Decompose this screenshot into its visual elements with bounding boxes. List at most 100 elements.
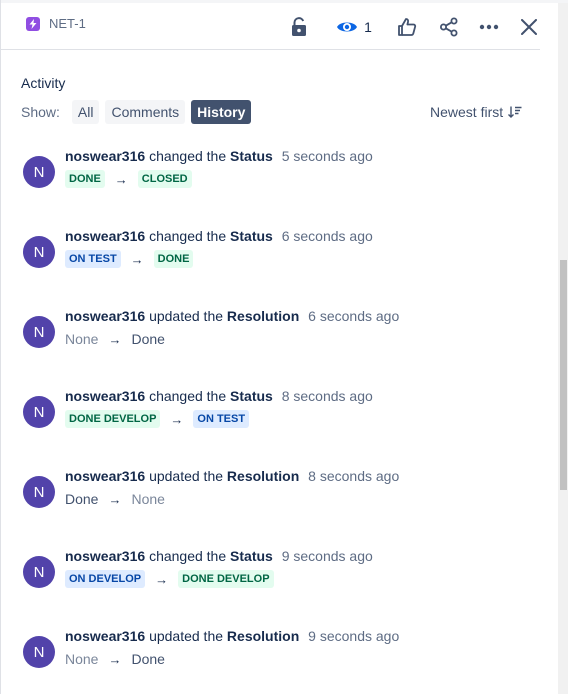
thumbs-up-icon bbox=[398, 18, 417, 36]
history-verb: changed the bbox=[149, 148, 227, 164]
history-field-name: Resolution bbox=[226, 628, 300, 644]
history-verb: changed the bbox=[149, 388, 227, 404]
scrollbar-thumb[interactable] bbox=[560, 260, 567, 490]
more-actions-button[interactable] bbox=[477, 11, 501, 43]
close-icon bbox=[521, 19, 537, 35]
history-verb: changed the bbox=[149, 228, 227, 244]
scrollbar[interactable] bbox=[558, 3, 568, 694]
history-item: Nnoswear316 updated the Resolution 9 sec… bbox=[23, 628, 543, 698]
status-lozenge-from: DONE DEVELOP bbox=[65, 410, 161, 428]
timestamp[interactable]: 8 seconds ago bbox=[282, 388, 373, 404]
value-from: None bbox=[65, 331, 99, 347]
vote-button[interactable] bbox=[395, 11, 419, 43]
issue-key-link[interactable]: NET-1 bbox=[26, 16, 86, 31]
value-to: None bbox=[131, 491, 165, 507]
history-item: Nnoswear316 changed the Status 6 seconds… bbox=[23, 228, 543, 298]
history-verb: updated the bbox=[149, 628, 224, 644]
user-name-link[interactable]: noswear316 bbox=[65, 388, 145, 404]
right-arrow-icon: → bbox=[155, 571, 169, 587]
sort-order-button[interactable]: Newest first bbox=[430, 102, 522, 122]
restrictions-button[interactable] bbox=[288, 11, 310, 43]
timestamp[interactable]: 9 seconds ago bbox=[282, 548, 373, 564]
history-change: DONE → CLOSED bbox=[65, 170, 192, 188]
issue-key-text: NET-1 bbox=[49, 16, 86, 31]
unlock-icon bbox=[292, 17, 306, 36]
status-lozenge-from: ON DEVELOP bbox=[65, 570, 146, 588]
history-field-name: Resolution bbox=[226, 308, 300, 324]
history-field-name: Resolution bbox=[226, 468, 300, 484]
right-arrow-icon: → bbox=[108, 491, 122, 507]
watch-count: 1 bbox=[364, 19, 372, 35]
avatar[interactable]: N bbox=[23, 636, 55, 668]
history-item: Nnoswear316 updated the Resolution 6 sec… bbox=[23, 308, 543, 378]
filter-all-button[interactable]: All bbox=[71, 100, 100, 124]
status-lozenge-from: DONE bbox=[65, 170, 105, 188]
user-name-link[interactable]: noswear316 bbox=[65, 468, 145, 484]
history-summary: noswear316 changed the Status 6 seconds … bbox=[65, 228, 373, 244]
eye-icon bbox=[337, 22, 358, 32]
history-field-name: Status bbox=[230, 388, 273, 404]
avatar[interactable]: N bbox=[23, 396, 55, 428]
history-summary: noswear316 changed the Status 9 seconds … bbox=[65, 548, 373, 564]
value-from: None bbox=[65, 651, 99, 667]
avatar[interactable]: N bbox=[23, 316, 55, 348]
share-button[interactable] bbox=[437, 11, 461, 43]
watch-button[interactable]: 1 bbox=[334, 11, 374, 43]
history-verb: updated the bbox=[149, 308, 224, 324]
status-lozenge-from: ON TEST bbox=[65, 250, 121, 268]
history-change: ON TEST → DONE bbox=[65, 250, 194, 268]
timestamp[interactable]: 6 seconds ago bbox=[308, 308, 399, 324]
status-lozenge-to: CLOSED bbox=[137, 170, 192, 188]
history-summary: noswear316 updated the Resolution 6 seco… bbox=[65, 308, 399, 324]
filter-comments-button[interactable]: Comments bbox=[105, 100, 186, 124]
timestamp[interactable]: 9 seconds ago bbox=[308, 628, 399, 644]
history-summary: noswear316 updated the Resolution 9 seco… bbox=[65, 628, 399, 644]
avatar[interactable]: N bbox=[23, 236, 55, 268]
sort-order-label: Newest first bbox=[430, 104, 504, 120]
history-verb: changed the bbox=[149, 548, 227, 564]
history-change: None → Done bbox=[65, 330, 165, 348]
history-change: ON DEVELOP → DONE DEVELOP bbox=[65, 570, 274, 588]
show-label: Show: bbox=[21, 104, 60, 120]
history-summary: noswear316 changed the Status 5 seconds … bbox=[65, 148, 373, 164]
value-to: Done bbox=[131, 651, 165, 667]
panel-left-border bbox=[0, 0, 1, 694]
user-name-link[interactable]: noswear316 bbox=[65, 308, 145, 324]
timestamp[interactable]: 8 seconds ago bbox=[308, 468, 399, 484]
history-field-name: Status bbox=[230, 148, 273, 164]
history-summary: noswear316 updated the Resolution 8 seco… bbox=[65, 468, 399, 484]
status-lozenge-to: ON TEST bbox=[193, 410, 250, 428]
timestamp[interactable]: 6 seconds ago bbox=[282, 228, 373, 244]
status-lozenge-to: DONE DEVELOP bbox=[178, 570, 274, 588]
issue-header: NET-1 1 bbox=[0, 3, 540, 50]
value-to: Done bbox=[131, 331, 165, 347]
right-arrow-icon: → bbox=[130, 251, 144, 267]
avatar[interactable]: N bbox=[23, 556, 55, 588]
value-from: Done bbox=[65, 491, 99, 507]
history-verb: updated the bbox=[149, 468, 224, 484]
history-change: DONE DEVELOP → ON TEST bbox=[65, 410, 250, 428]
avatar[interactable]: N bbox=[23, 476, 55, 508]
sort-descending-icon bbox=[508, 106, 522, 118]
status-lozenge-to: DONE bbox=[153, 250, 194, 268]
user-name-link[interactable]: noswear316 bbox=[65, 148, 145, 164]
share-icon bbox=[440, 17, 458, 37]
history-change: Done → None bbox=[65, 490, 165, 508]
history-item: Nnoswear316 changed the Status 8 seconds… bbox=[23, 388, 543, 458]
history-item: Nnoswear316 updated the Resolution 8 sec… bbox=[23, 468, 543, 538]
right-arrow-icon: → bbox=[170, 411, 184, 427]
user-name-link[interactable]: noswear316 bbox=[65, 628, 145, 644]
lightning-icon bbox=[26, 16, 40, 31]
timestamp[interactable]: 5 seconds ago bbox=[282, 148, 373, 164]
right-arrow-icon: → bbox=[108, 651, 122, 667]
history-field-name: Status bbox=[230, 228, 273, 244]
filter-history-button[interactable]: History bbox=[191, 100, 252, 124]
more-icon bbox=[479, 24, 499, 30]
user-name-link[interactable]: noswear316 bbox=[65, 228, 145, 244]
close-button[interactable] bbox=[517, 11, 541, 43]
right-arrow-icon: → bbox=[114, 171, 128, 187]
user-name-link[interactable]: noswear316 bbox=[65, 548, 145, 564]
avatar[interactable]: N bbox=[23, 156, 55, 188]
history-field-name: Status bbox=[230, 548, 273, 564]
history-item: Nnoswear316 changed the Status 9 seconds… bbox=[23, 548, 543, 618]
